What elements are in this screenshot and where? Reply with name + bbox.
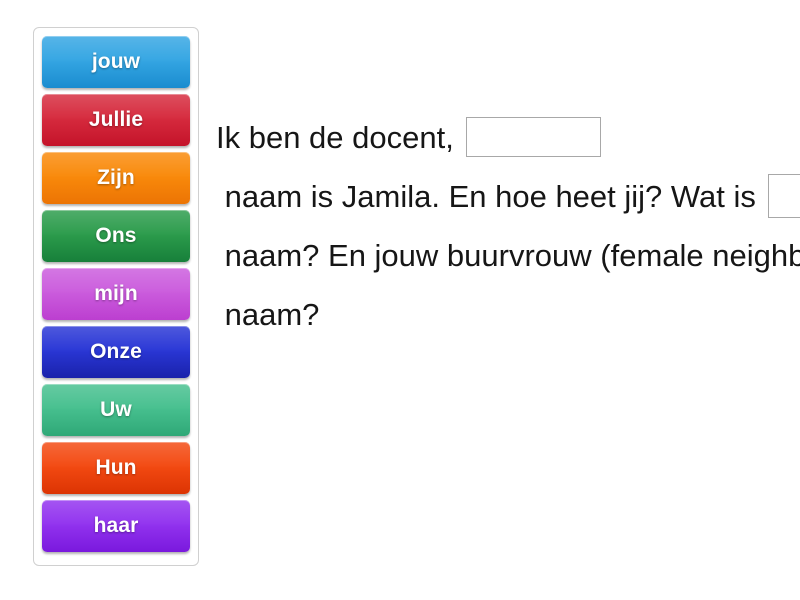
word-tile-label: mijn [94,282,138,305]
sentence-segment-4: naam? [216,297,320,332]
word-tile-ons[interactable]: Ons [42,210,190,262]
word-tile-label: Hun [95,456,137,479]
word-tile-uw[interactable]: Uw [42,384,190,436]
word-tile-label: haar [93,514,139,537]
word-tile-label: Zijn [97,166,135,189]
sentence-segment-1: Ik ben de docent, [216,120,463,155]
word-tile-zijn[interactable]: Zijn [42,152,190,204]
answer-blank-2[interactable] [768,173,800,218]
word-tile-hun[interactable]: Hun [42,442,190,494]
exercise-page: jouw Jullie Zijn Ons mijn Onze Uw Hun ha… [0,0,800,600]
word-tile-onze[interactable]: Onze [42,326,190,378]
word-tile-label: Uw [100,398,132,421]
word-tile-jouw[interactable]: jouw [42,36,190,88]
sentence-text: Ik ben de docent, naam is Jamila. En hoe… [216,108,800,344]
word-tile-label: Onze [90,340,142,363]
word-tile-label: Ons [95,224,137,247]
word-tile-haar[interactable]: haar [42,500,190,552]
sentence-segment-2: naam is Jamila. En hoe heet jij? Wat is [216,179,765,214]
answer-blank-1[interactable] [466,116,602,157]
word-tile-mijn[interactable]: mijn [42,268,190,320]
word-tile-label: Jullie [88,108,144,131]
word-tile-label: jouw [91,50,141,73]
sentence-segment-3: naam? En jouw buurvrouw (female neighbor… [224,238,800,273]
word-bank-panel: jouw Jullie Zijn Ons mijn Onze Uw Hun ha… [33,27,199,566]
word-tile-jullie[interactable]: Jullie [42,94,190,146]
